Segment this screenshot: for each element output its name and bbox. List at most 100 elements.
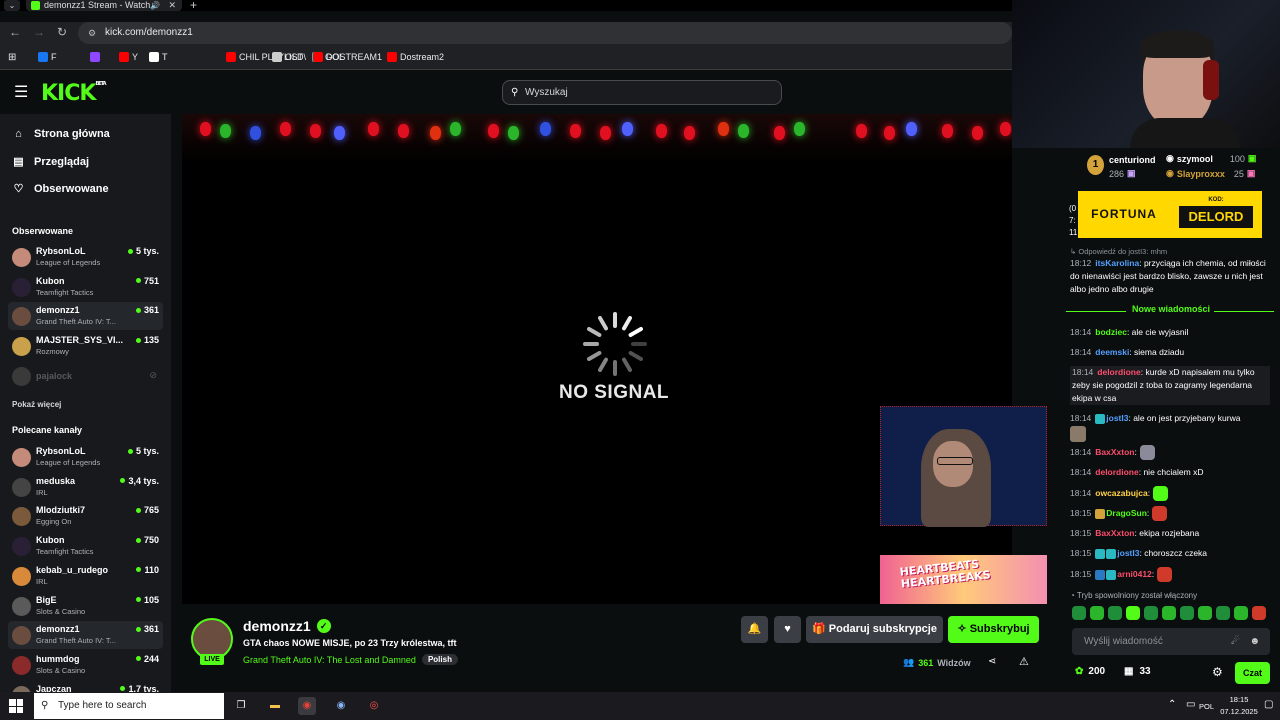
sidebar-channel[interactable]: Mlodziutki7 Egging On 765	[8, 502, 163, 530]
bookmark[interactable]: Y	[119, 52, 138, 62]
sidebar-channel[interactable]: demonzz1 Grand Theft Auto IV: T... 361	[8, 302, 163, 331]
message-user[interactable]: itsKarolina	[1095, 258, 1139, 268]
bookmark[interactable]: T	[149, 52, 168, 62]
emoji-icon[interactable]: ☻	[1249, 628, 1260, 655]
language-indicator[interactable]: POL	[1199, 702, 1214, 711]
light-bulb-icon	[250, 126, 261, 140]
bookmark[interactable]: Dostream2	[387, 52, 444, 62]
search-input[interactable]: ⚲ Wyszukaj	[502, 80, 782, 105]
quick-emote-icon[interactable]	[1108, 606, 1122, 620]
event-banner[interactable]: HEARTBEATS HEARTBREAKS	[880, 555, 1047, 604]
subscribe-button[interactable]: ✧ Subskrybuj	[948, 616, 1039, 643]
notification-icon[interactable]: ▢	[1264, 699, 1273, 710]
message-user[interactable]: arni0412	[1117, 569, 1152, 579]
kick-logo[interactable]: KICKBETA	[41, 81, 107, 106]
chrome-profile-icon[interactable]: ◉	[332, 697, 350, 715]
chrome-icon[interactable]: ◉	[298, 697, 316, 715]
top-gifter-1[interactable]: centuriond	[1109, 155, 1156, 165]
bookmark[interactable]: DOSTREAM1	[313, 52, 382, 62]
back-icon[interactable]: ←	[9, 25, 21, 39]
bookmark[interactable]: OLD\	[272, 52, 306, 62]
sidebar-channel[interactable]: kebab_u_rudego IRL 110	[8, 562, 163, 590]
reply-context[interactable]: ↳ Odpowiedź do jostI3: mhm	[1070, 247, 1167, 256]
sidebar-channel[interactable]: MAJSTER_SYS_VI... Rozmowy 135	[8, 332, 163, 360]
browser-tab[interactable]: demonzz1 Stream - Watch 🔊 ✕	[26, 0, 182, 11]
sidebar-channel[interactable]: pajalock ⊘	[8, 362, 163, 390]
bookmark[interactable]	[90, 52, 103, 62]
taskbar-search-input[interactable]: ⚲ Type here to search	[34, 693, 224, 719]
sidebar-channel[interactable]: BigE Slots & Casino 105	[8, 592, 163, 620]
nav-home[interactable]: ⌂ Strona główna	[12, 128, 110, 140]
video-player[interactable]: NO SIGNAL HEARTBEATS HEARTBREAKS	[182, 114, 1047, 604]
message-user[interactable]: DragoSun	[1106, 508, 1147, 518]
chat-message: 18:14 delordione: nie chcialem xD	[1070, 466, 1270, 479]
message-user[interactable]: delordione	[1097, 367, 1140, 377]
network-icon[interactable]: ▭	[1186, 699, 1195, 710]
sidebar-channel[interactable]: Kubon Teamfight Tactics 751	[8, 273, 163, 301]
quick-emote-icon[interactable]	[1180, 606, 1194, 620]
obs-icon[interactable]: ◎	[365, 697, 383, 715]
sidebar-channel[interactable]: meduska IRL 3,4 tys.	[8, 473, 163, 501]
language-tag[interactable]: Polish	[421, 654, 458, 665]
quick-emote-icon[interactable]	[1090, 606, 1104, 620]
show-more-link[interactable]: Pokaż więcej	[12, 400, 61, 409]
send-chat-button[interactable]: Czat	[1235, 662, 1270, 684]
sponsor-banner[interactable]: FORTUNA	[1078, 191, 1170, 238]
promo-code-banner[interactable]: KOD: DELORD	[1170, 191, 1262, 238]
reload-icon[interactable]: ↻	[57, 25, 67, 39]
bookmark[interactable]: F	[38, 52, 57, 62]
message-user[interactable]: bodziec	[1095, 327, 1127, 337]
report-icon[interactable]: ⚠	[1019, 655, 1029, 668]
clock-time[interactable]: 18:15	[1217, 695, 1261, 704]
nav-browse[interactable]: ▤ Przeglądaj	[12, 155, 89, 169]
new-tab-button[interactable]: +	[190, 0, 197, 12]
notification-bell-button[interactable]: 🔔	[741, 616, 768, 643]
audio-icon[interactable]: 🔊	[150, 0, 160, 11]
message-user[interactable]: jostI3	[1117, 548, 1139, 558]
windows-start-icon[interactable]	[9, 699, 23, 713]
message-user[interactable]: deemski	[1095, 347, 1129, 357]
quick-emote-icon[interactable]	[1198, 606, 1212, 620]
quick-emote-icon[interactable]	[1162, 606, 1176, 620]
quick-emote-icon[interactable]	[1234, 606, 1248, 620]
channel-points[interactable]: ✿ 200	[1075, 666, 1105, 677]
message-user[interactable]: BaxXxton	[1095, 528, 1134, 538]
top-gifter-2[interactable]: ◉ szymool 100 ▣	[1166, 153, 1256, 164]
url-field[interactable]: ⚙ kick.com/demonzz1	[78, 22, 1012, 44]
quick-emote-icon[interactable]	[1252, 606, 1266, 620]
sidebar-channel[interactable]: RybsonLoL League of Legends 5 tys.	[8, 243, 163, 271]
top-gifter-3[interactable]: ◉ Slayproxxx 25 ▣	[1166, 168, 1255, 179]
site-info-icon[interactable]: ⚙	[88, 22, 96, 44]
close-tab-icon[interactable]: ✕	[168, 0, 176, 11]
menu-icon[interactable]: ☰	[14, 85, 28, 101]
gift-subs-button[interactable]: 🎁 Podaruj subskrypcje	[806, 616, 943, 643]
emote-picker-icon[interactable]: ☄	[1231, 628, 1240, 655]
quick-emote-icon[interactable]	[1126, 606, 1140, 620]
follow-heart-button[interactable]: ♥	[774, 616, 801, 643]
sidebar-channel[interactable]: Kubon Teamfight Tactics 750	[8, 532, 163, 560]
tray-up-icon[interactable]: ⌃	[1168, 699, 1176, 710]
message-user[interactable]: delordione	[1095, 467, 1138, 477]
sidebar-channel[interactable]: hummdog Slots & Casino 244	[8, 651, 163, 679]
chat-input[interactable]: Wyślij wiadomość ☄ ☻	[1072, 628, 1270, 655]
gear-icon[interactable]: ⚙	[1212, 665, 1223, 679]
clock-date[interactable]: 07.12.2025	[1217, 707, 1261, 716]
streamer-name[interactable]: demonzz1 ✓	[243, 618, 331, 634]
forward-icon[interactable]: →	[33, 25, 45, 39]
tab-search-button[interactable]: ⌄	[4, 0, 20, 11]
message-user[interactable]: jostI3	[1106, 413, 1128, 423]
sidebar-channel[interactable]: demonzz1 Grand Theft Auto IV: T... 361	[8, 621, 163, 650]
quick-emote-icon[interactable]	[1144, 606, 1158, 620]
category-link[interactable]: Grand Theft Auto IV: The Lost and Damned	[243, 655, 416, 665]
message-user[interactable]: owcazabujca	[1095, 488, 1147, 498]
quick-emote-icon[interactable]	[1216, 606, 1230, 620]
task-view-icon[interactable]: ❐	[232, 697, 250, 715]
message-user[interactable]: BaxXxton	[1095, 447, 1134, 457]
share-icon[interactable]: ⋖	[988, 656, 996, 667]
apps-grid-icon[interactable]: ⊞	[8, 52, 16, 63]
nav-following[interactable]: ♡ Obserwowane	[12, 182, 109, 196]
quick-emote-icon[interactable]	[1072, 606, 1086, 620]
file-explorer-icon[interactable]: ▬	[266, 697, 284, 715]
sidebar-channel[interactable]: RybsonLoL League of Legends 5 tys.	[8, 443, 163, 471]
gift-counter[interactable]: ▦ 33	[1124, 666, 1151, 677]
